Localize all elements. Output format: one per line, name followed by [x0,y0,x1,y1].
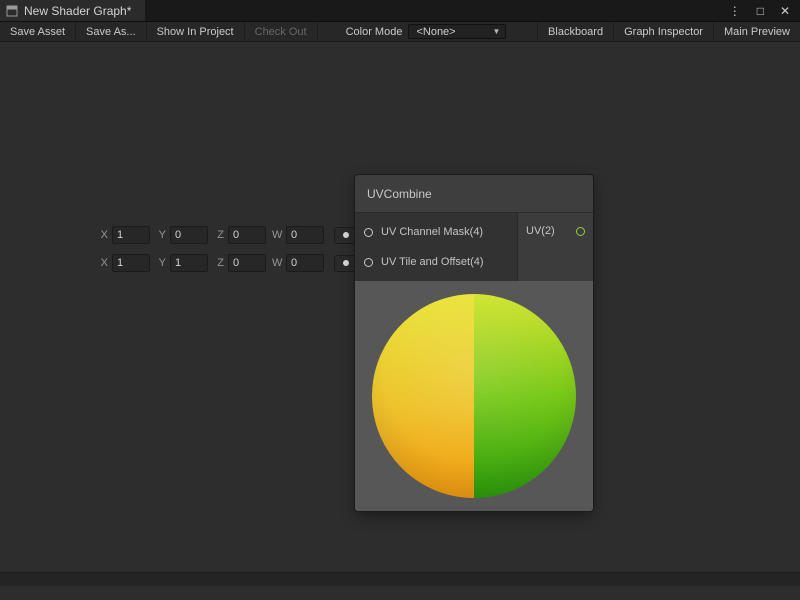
toolbar-right-group: Blackboard Graph Inspector Main Preview [537,22,800,41]
vector-field: W [272,226,324,244]
node-output-port: UV(2) [517,213,593,281]
tab-title: New Shader Graph* [24,4,131,18]
input-port-row: UV Channel Mask(4) [355,217,517,247]
shader-graph-icon [6,5,18,17]
vector-field: Y [156,226,208,244]
chevron-down-icon: ▼ [493,27,501,36]
vector-field: Z [214,254,266,272]
node-title: UVCombine [367,187,432,201]
maximize-icon[interactable]: □ [757,4,764,18]
vector-field-input[interactable] [112,254,150,272]
vector-field-input[interactable] [170,254,208,272]
color-mode-value: <None> [416,26,455,38]
toolbar: Save Asset Save As... Show In Project Ch… [0,22,800,42]
vector-field-input[interactable] [228,254,266,272]
vector-field-input[interactable] [286,226,324,244]
uv-preview-sphere [372,294,576,498]
vector-field-label: X [98,229,108,241]
show-in-project-button[interactable]: Show In Project [147,22,245,41]
vector-field: X [98,226,150,244]
graph-inspector-button[interactable]: Graph Inspector [613,22,713,41]
output-port-icon[interactable] [576,227,585,236]
vector-field-input[interactable] [286,254,324,272]
node-uvcombine[interactable]: UVCombine UV Channel Mask(4) UV Tile and… [355,175,593,511]
vector-field-input[interactable] [228,226,266,244]
node-input-ports: UV Channel Mask(4) UV Tile and Offset(4) [355,213,517,281]
vector-field-label: Y [156,257,166,269]
node-body: UV Channel Mask(4) UV Tile and Offset(4)… [355,213,593,281]
vector-field-label: W [272,229,282,241]
input-port-label: UV Channel Mask(4) [381,226,483,238]
titlebar: New Shader Graph* ⋮ □ ✕ [0,0,800,22]
vector4-input-row-2: X Y Z W [98,253,358,273]
node-header[interactable]: UVCombine [355,175,593,213]
vector-field-label: X [98,257,108,269]
kebab-menu-icon[interactable]: ⋮ [729,4,741,18]
vector-field: Y [156,254,208,272]
port-dot-icon [343,232,349,238]
input-port-row: UV Tile and Offset(4) [355,247,517,277]
vector-field-label: Y [156,229,166,241]
vector-field: X [98,254,150,272]
vector-field-label: W [272,257,282,269]
input-port-icon[interactable] [364,258,373,267]
output-port-label: UV(2) [526,225,555,237]
window-controls: ⋮ □ ✕ [729,0,800,21]
vector-field-label: Z [214,229,224,241]
vector4-input-row-1: X Y Z W [98,225,358,245]
vector-field: Z [214,226,266,244]
node-preview [355,281,593,511]
color-mode-label: Color Mode [346,26,403,38]
close-icon[interactable]: ✕ [780,4,790,18]
main-preview-button[interactable]: Main Preview [713,22,800,41]
input-port-label: UV Tile and Offset(4) [381,256,484,268]
save-asset-button[interactable]: Save Asset [0,22,76,41]
input-port-icon[interactable] [364,228,373,237]
vector-field-label: Z [214,257,224,269]
save-as-button[interactable]: Save As... [76,22,147,41]
check-out-button: Check Out [245,22,318,41]
vector-field: W [272,254,324,272]
sphere-shading [372,294,576,498]
color-mode-dropdown[interactable]: <None> ▼ [408,24,506,39]
vector-field-input[interactable] [112,226,150,244]
blackboard-button[interactable]: Blackboard [537,22,613,41]
graph-canvas[interactable]: X Y Z W X Y Z W [0,42,800,586]
tab-new-shader-graph[interactable]: New Shader Graph* [0,0,145,21]
bottom-strip [0,572,800,586]
port-dot-icon [343,260,349,266]
vector-field-input[interactable] [170,226,208,244]
color-mode-group: Color Mode <None> ▼ [346,22,507,41]
